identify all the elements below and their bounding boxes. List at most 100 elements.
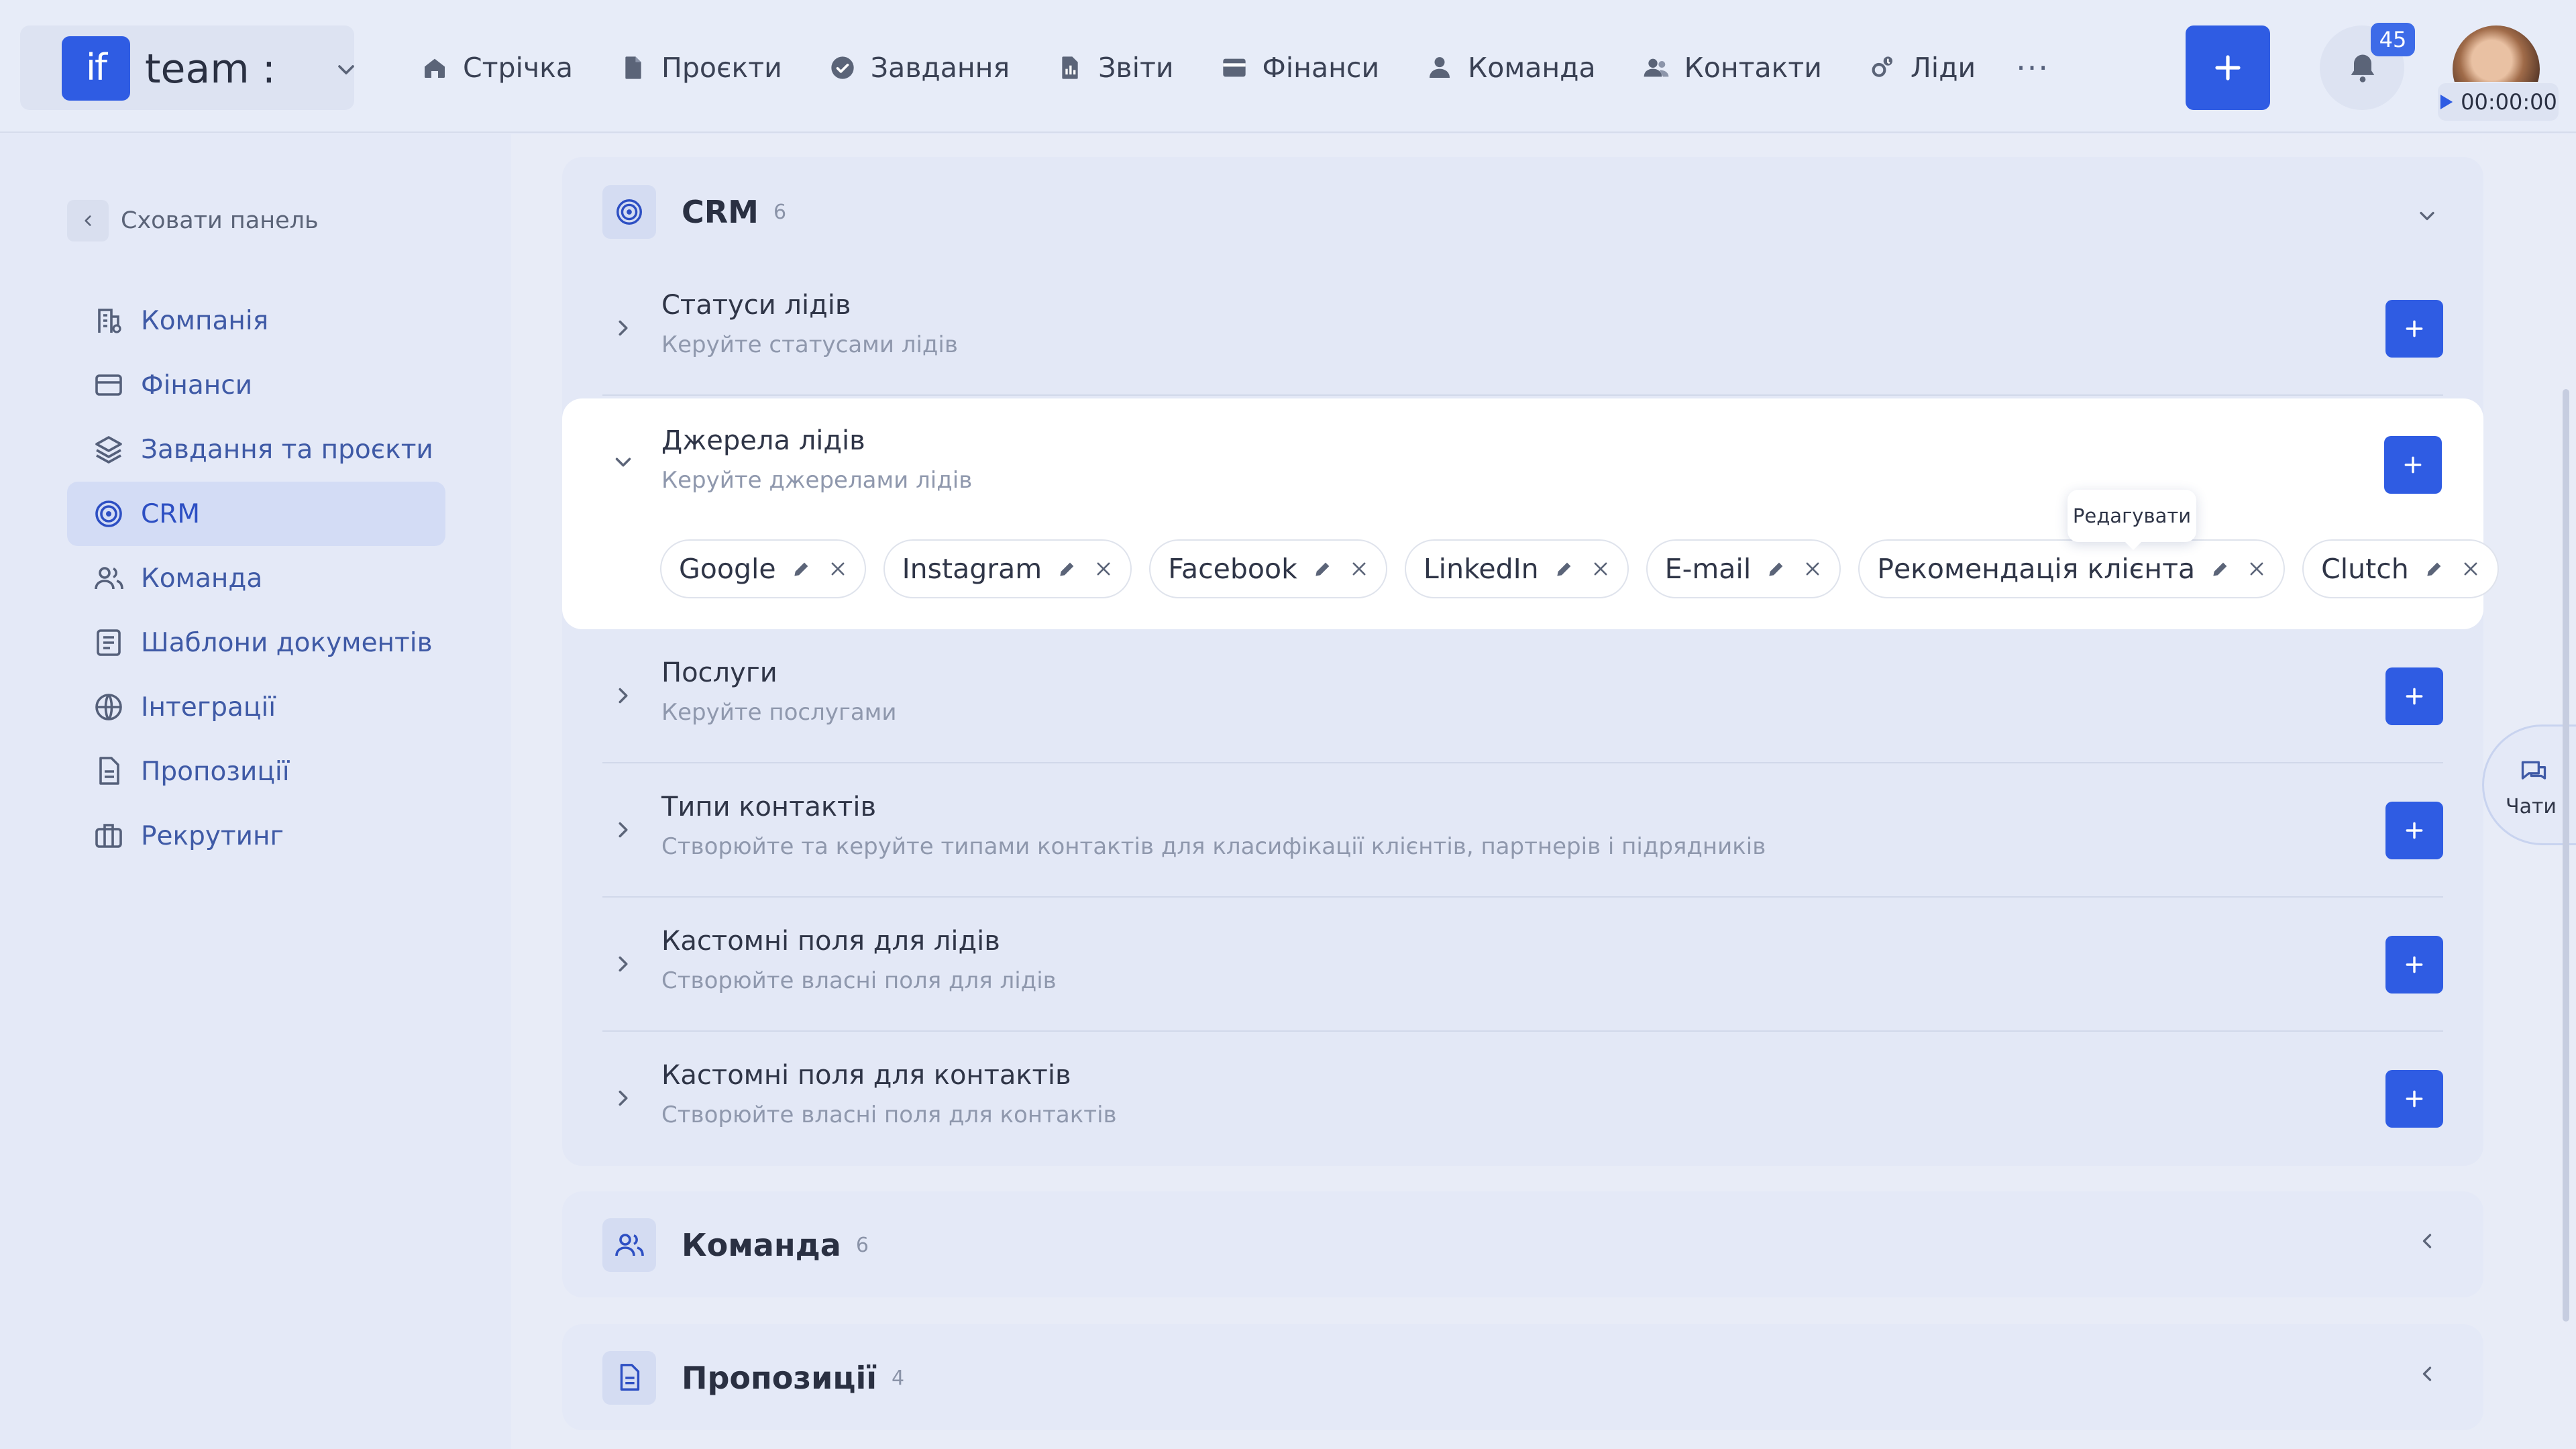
workspace-name: team : — [145, 46, 276, 93]
chat-icon — [2521, 761, 2546, 780]
add-lead-field-button[interactable] — [2385, 936, 2443, 994]
time-tracker[interactable]: 00:00:00 — [2436, 82, 2560, 122]
top-bar: if team : Стрічка Проєкти Завдання Звіти… — [0, 0, 2576, 133]
sidebar-item-tasks-projects[interactable]: Завдання та проєкти — [67, 417, 445, 482]
pencil-icon[interactable] — [2210, 558, 2231, 580]
section-title: CRM — [682, 194, 759, 230]
plus-icon — [2406, 822, 2423, 839]
chevron-down-icon[interactable] — [610, 449, 636, 475]
wallet-icon — [1222, 58, 1246, 77]
sidebar-item-label: Інтеграції — [141, 692, 276, 722]
row-description: Керуйте послугами — [661, 699, 897, 726]
chevron-right-icon — [619, 956, 628, 972]
divider — [602, 394, 2443, 396]
sidebar-item-recruiting[interactable]: Рекрутинг — [67, 804, 445, 868]
nav-item-finance[interactable]: Фінанси — [1221, 52, 1379, 84]
section-title: Команда — [682, 1227, 841, 1263]
add-lead-source-button[interactable] — [2384, 436, 2442, 494]
scrollbar[interactable] — [2563, 389, 2569, 1322]
proposals-section[interactable]: Пропозиції 4 — [562, 1324, 2483, 1430]
row-description: Керуйте статусами лідів — [661, 331, 958, 358]
pencil-icon[interactable] — [1312, 558, 1334, 580]
nav-label: Ліди — [1910, 52, 1976, 84]
nav-label: Контакти — [1684, 52, 1822, 84]
section-count: 6 — [773, 200, 787, 224]
sidebar-item-integrations[interactable]: Інтеграції — [67, 675, 445, 739]
hide-panel-button[interactable]: Сховати панель — [67, 200, 319, 241]
sidebar-menu: Компанія Фінанси Завдання та проєкти CRM… — [67, 288, 445, 868]
sidebar-item-crm[interactable]: CRM — [67, 482, 445, 546]
nav-item-reports[interactable]: Звіти — [1057, 52, 1174, 84]
briefcase-icon — [95, 824, 122, 848]
close-icon[interactable] — [2461, 559, 2480, 578]
sidebar-item-finance[interactable]: Фінанси — [67, 353, 445, 417]
close-icon[interactable] — [1591, 559, 1610, 578]
pencil-icon[interactable] — [2424, 558, 2445, 580]
chevron-left-icon[interactable] — [2415, 1362, 2439, 1386]
add-service-button[interactable] — [2385, 667, 2443, 725]
source-tag-label: Facebook — [1168, 553, 1297, 585]
proposals-section-header[interactable]: Пропозиції 4 — [602, 1351, 904, 1405]
nav-item-projects[interactable]: Проєкти — [620, 52, 782, 84]
settings-row-lead-custom-fields[interactable]: Кастомні поля для лідів Створюйте власні… — [602, 898, 2443, 1032]
close-icon[interactable] — [1350, 559, 1368, 578]
settings-row-contact-types[interactable]: Типи контактів Створюйте та керуйте типа… — [602, 763, 2443, 898]
close-icon[interactable] — [1094, 559, 1113, 578]
brand-logo: if — [62, 36, 130, 101]
sidebar-item-label: Фінанси — [141, 370, 253, 400]
team-section-header[interactable]: Команда 6 — [602, 1218, 869, 1272]
chevron-left-icon[interactable] — [2415, 1229, 2439, 1253]
nav-item-feed[interactable]: Стрічка — [421, 52, 573, 84]
pencil-icon[interactable] — [1766, 558, 1787, 580]
chevron-down-icon[interactable] — [2415, 204, 2439, 228]
hide-panel-toggle[interactable] — [67, 200, 109, 241]
play-icon — [2440, 95, 2453, 109]
pencil-icon[interactable] — [1057, 558, 1078, 580]
nav-label: Команда — [1468, 52, 1596, 84]
target-icon — [95, 500, 122, 527]
sidebar-item-proposals[interactable]: Пропозиції — [67, 739, 445, 804]
source-tag-label: Рекомендація клієнта — [1877, 553, 2196, 585]
plus-icon — [2404, 456, 2422, 474]
nav-item-contacts[interactable]: Контакти — [1643, 52, 1822, 84]
add-contact-field-button[interactable] — [2385, 1070, 2443, 1128]
sidebar-item-team[interactable]: Команда — [67, 546, 445, 610]
row-description: Створюйте власні поля для лідів — [661, 967, 1057, 994]
leads-icon — [1872, 56, 1892, 77]
more-menu[interactable]: ··· — [2016, 50, 2049, 86]
close-icon[interactable] — [828, 559, 847, 578]
crm-section: CRM 6 Статуси лідів Керуйте статусами лі… — [562, 157, 2483, 1166]
plus-icon — [2406, 320, 2423, 337]
sidebar-item-label: Шаблони документів — [141, 627, 433, 658]
nav-item-team[interactable]: Команда — [1426, 52, 1596, 84]
pencil-icon[interactable] — [1554, 558, 1575, 580]
nav-item-leads[interactable]: Ліди — [1869, 52, 1976, 84]
close-icon[interactable] — [2247, 559, 2266, 578]
sidebar-item-company[interactable]: Компанія — [67, 288, 445, 353]
source-tag-label: LinkedIn — [1423, 553, 1539, 585]
close-icon[interactable] — [1803, 559, 1822, 578]
settings-row-lead-statuses[interactable]: Статуси лідів Керуйте статусами лідів — [602, 262, 2443, 396]
settings-sidebar: Сховати панель Компанія Фінанси Завдання… — [0, 134, 510, 1449]
chevron-down-icon — [338, 65, 354, 74]
chevron-right-icon — [619, 1090, 628, 1106]
create-button[interactable] — [2186, 25, 2270, 110]
add-lead-status-button[interactable] — [2385, 300, 2443, 358]
team-section[interactable]: Команда 6 — [562, 1191, 2483, 1297]
settings-row-contact-custom-fields[interactable]: Кастомні поля для контактів Створюйте вл… — [602, 1032, 2443, 1166]
sidebar-item-label: Рекрутинг — [141, 820, 284, 851]
nav-item-tasks[interactable]: Завдання — [829, 52, 1010, 84]
edit-tooltip: Редагувати — [2068, 490, 2196, 550]
row-title: Послуги — [661, 657, 777, 688]
sidebar-item-doc-templates[interactable]: Шаблони документів — [67, 610, 445, 675]
add-contact-type-button[interactable] — [2385, 802, 2443, 859]
workspace-switcher[interactable]: if team : — [20, 25, 354, 110]
row-title: Кастомні поля для контактів — [661, 1060, 1071, 1091]
timer-value: 00:00:00 — [2461, 89, 2557, 115]
pencil-icon[interactable] — [791, 558, 812, 580]
section-title: Пропозиції — [682, 1360, 877, 1396]
plus-icon — [2406, 956, 2423, 973]
settings-row-services[interactable]: Послуги Керуйте послугами — [602, 629, 2443, 763]
row-description: Створюйте власні поля для контактів — [661, 1102, 1117, 1128]
crm-section-header[interactable]: CRM 6 — [602, 185, 786, 239]
